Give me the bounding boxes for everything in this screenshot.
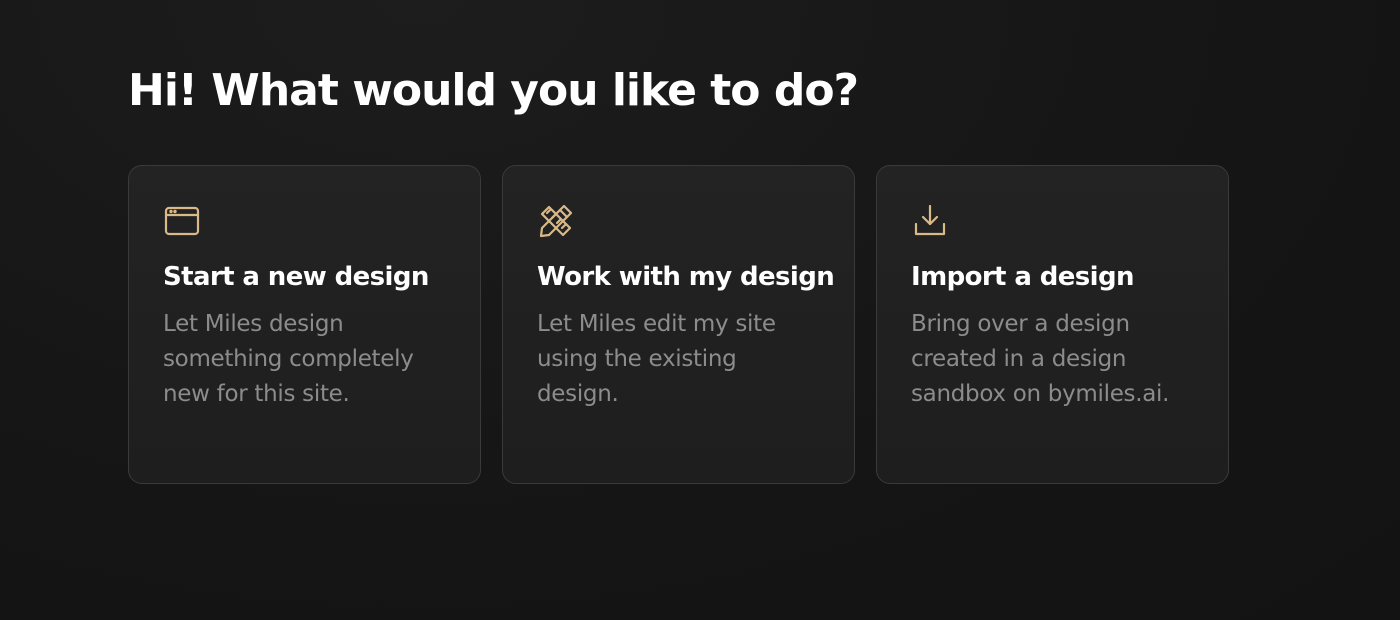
option-cards: Start a new design Let Miles design some… <box>128 165 1229 484</box>
pencil-ruler-icon <box>537 202 575 240</box>
card-description: Bring over a design created in a design … <box>911 311 1170 407</box>
import-design-card[interactable]: Import a design Bring over a design crea… <box>876 165 1229 484</box>
work-with-my-design-card[interactable]: Work with my design Let Miles edit my si… <box>502 165 855 484</box>
browser-window-icon <box>163 202 201 240</box>
card-description: Let Miles edit my site using the existin… <box>537 311 776 407</box>
download-icon <box>911 202 949 240</box>
start-new-design-card[interactable]: Start a new design Let Miles design some… <box>128 165 481 484</box>
card-title: Start a new design <box>163 262 429 292</box>
page-title: Hi! What would you like to do? <box>128 65 859 116</box>
card-title: Work with my design <box>537 262 835 292</box>
main-content: Hi! What would you like to do? Start a n… <box>128 60 1238 484</box>
card-description: Let Miles design something completely ne… <box>163 311 414 407</box>
card-title: Import a design <box>911 262 1135 292</box>
